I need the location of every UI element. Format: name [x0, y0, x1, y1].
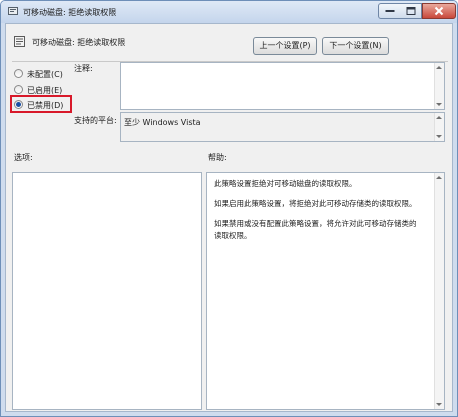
maximize-icon: [406, 7, 415, 15]
highlight-box: [10, 95, 72, 113]
help-pane: 此策略设置拒绝对可移动磁盘的读取权限。 如果启用此策略设置，将拒绝对此可移动存储…: [206, 172, 445, 410]
image-smudge: [392, 378, 414, 396]
policy-window: 可移动磁盘: 拒绝读取权限 可移动磁盘: 拒绝读取权限 上一个设置(P) 下一个…: [0, 0, 458, 417]
scroll-down-icon: [436, 135, 442, 138]
next-setting-button[interactable]: 下一个设置(N): [322, 37, 389, 55]
minimize-icon: [385, 10, 394, 12]
close-button[interactable]: [422, 3, 456, 19]
image-smudge: [277, 373, 317, 393]
comment-scrollbar[interactable]: [434, 63, 444, 109]
scroll-down-icon: [436, 403, 442, 406]
minimize-button[interactable]: [378, 3, 401, 19]
comment-label: 注释:: [74, 64, 93, 73]
help-label: 帮助:: [208, 153, 227, 162]
policy-icon: [14, 36, 25, 47]
platform-label: 支持的平台:: [74, 116, 117, 125]
platform-field: 至少 Windows Vista: [120, 112, 445, 142]
policy-title: 可移动磁盘: 拒绝读取权限: [32, 38, 126, 47]
radio-not-configured[interactable]: [14, 69, 23, 78]
platform-value: 至少 Windows Vista: [124, 118, 201, 127]
scroll-up-icon: [436, 116, 442, 119]
scroll-down-icon: [436, 103, 442, 106]
scroll-up-icon: [436, 176, 442, 179]
help-paragraph: 此策略设置拒绝对可移动磁盘的读取权限。: [214, 179, 357, 188]
maximize-button[interactable]: [400, 3, 422, 19]
help-scrollbar[interactable]: [434, 173, 444, 409]
scroll-up-icon: [436, 66, 442, 69]
comment-textarea[interactable]: [120, 62, 445, 110]
window-title: 可移动磁盘: 拒绝读取权限: [23, 8, 117, 17]
app-icon: [8, 7, 18, 15]
radio-enabled[interactable]: [14, 85, 23, 94]
help-paragraph: 如果禁用或没有配置此策略设置，将允许对此可移动存储类的读取权限。: [214, 219, 417, 240]
help-text: 此策略设置拒绝对可移动磁盘的读取权限。 如果启用此策略设置，将拒绝对此可移动存储…: [214, 178, 420, 250]
dialog-body: 可移动磁盘: 拒绝读取权限 上一个设置(P) 下一个设置(N) 未配置(C) 已…: [5, 23, 453, 412]
close-icon: [434, 6, 444, 16]
previous-setting-button[interactable]: 上一个设置(P): [253, 37, 317, 55]
options-label: 选项:: [14, 153, 33, 162]
help-paragraph: 如果启用此策略设置，将拒绝对此可移动存储类的读取权限。: [214, 199, 417, 208]
radio-label-not-configured: 未配置(C): [27, 70, 63, 79]
options-pane: [12, 172, 202, 410]
platform-scrollbar[interactable]: [434, 113, 444, 141]
title-bar[interactable]: 可移动磁盘: 拒绝读取权限: [1, 1, 457, 23]
